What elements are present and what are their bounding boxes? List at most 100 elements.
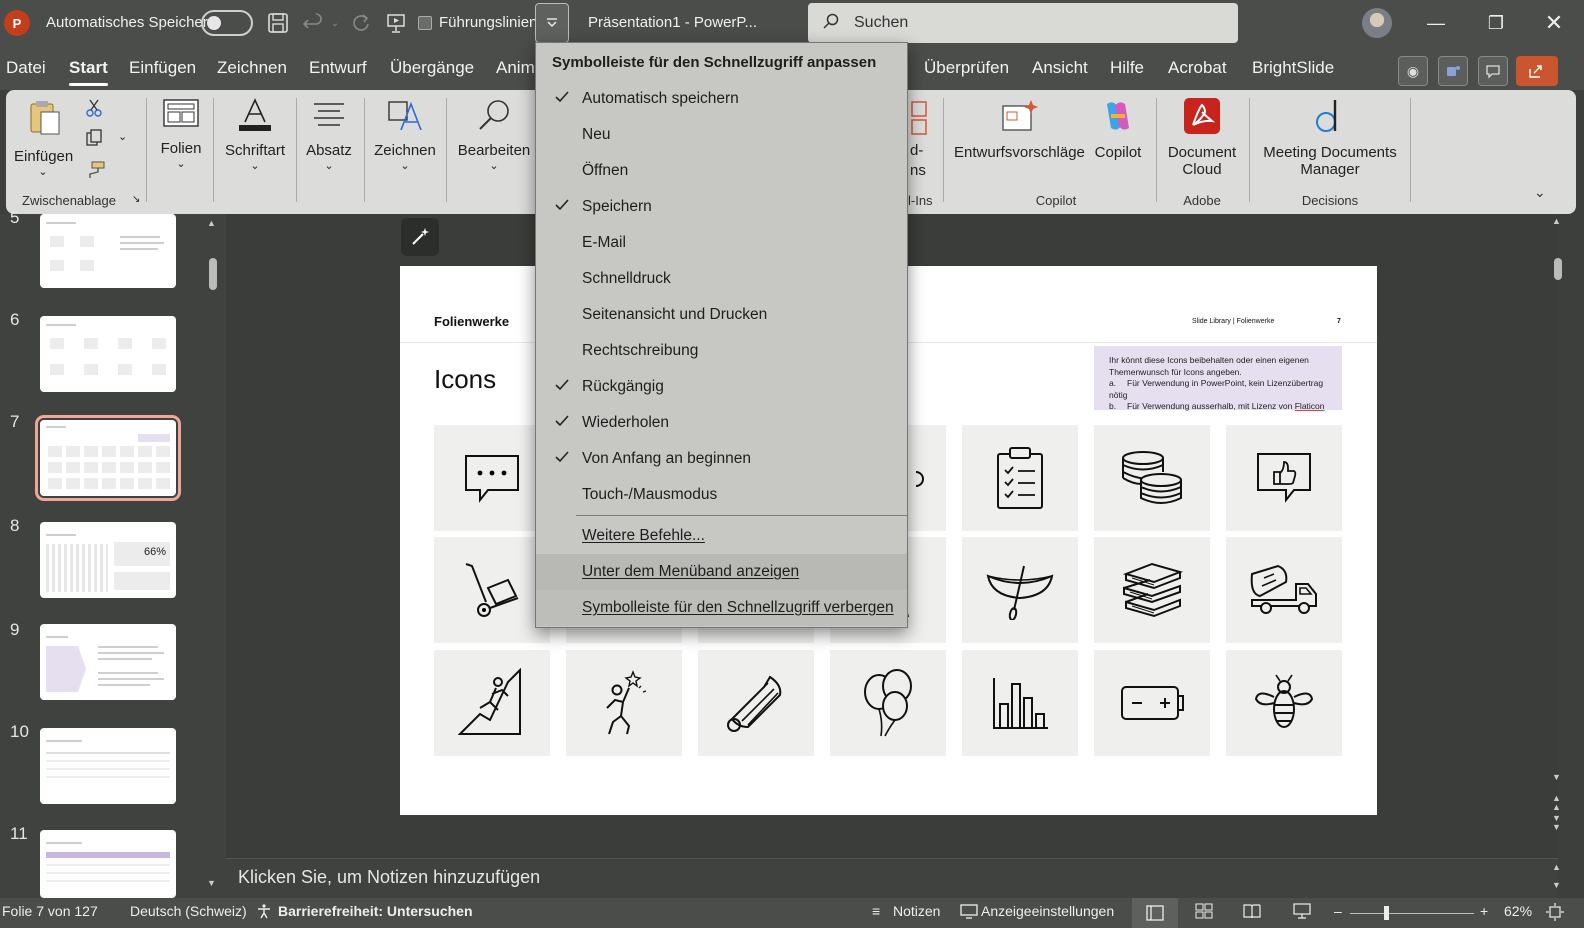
reading-view-icon[interactable] (1243, 903, 1261, 922)
slide-thumbnail-6[interactable] (40, 316, 176, 392)
cut-icon[interactable] (84, 98, 104, 121)
menu-item-autosave[interactable]: Automatisch speichern (536, 81, 907, 117)
slide-counter[interactable]: Folie 7 von 127 (2, 903, 98, 919)
paragraph-button[interactable]: Absatz ⌄ (302, 98, 356, 172)
redo-icon[interactable] (348, 10, 374, 36)
menu-item-start-from-beginning[interactable]: Von Anfang an beginnen (536, 441, 907, 477)
flaticon-link[interactable]: Flaticon (1295, 401, 1325, 411)
qat-customize-button[interactable] (535, 3, 569, 43)
editor-scrollbar[interactable] (1552, 214, 1558, 858)
menu-item-more-commands[interactable]: Weitere Befehle... (536, 518, 907, 554)
tab-acrobat[interactable]: Acrobat (1168, 58, 1227, 78)
minimize-button[interactable]: — (1406, 0, 1466, 46)
slideshow-icon[interactable] (1293, 903, 1311, 922)
display-settings-icon[interactable] (960, 903, 978, 922)
notes-pane[interactable]: Klicken Sie, um Notizen hinzuzufügen (226, 858, 1558, 898)
teams-button[interactable] (1438, 56, 1468, 86)
slides-button[interactable]: Folien ⌄ (156, 98, 206, 170)
tab-zeichnen[interactable]: Zeichnen (217, 58, 287, 78)
scroll-thumb[interactable] (209, 258, 217, 290)
document-cloud-button[interactable]: Document Cloud (1164, 98, 1240, 178)
clipboard-launcher-icon[interactable]: ↘ (132, 194, 140, 205)
restore-button[interactable]: ❐ (1466, 0, 1526, 46)
tab-entwurf[interactable]: Entwurf (309, 58, 367, 78)
menu-item-print-preview[interactable]: Seitenansicht und Drucken (536, 297, 907, 333)
slide-thumbnail-9[interactable] (40, 624, 176, 700)
menu-item-redo[interactable]: Wiederholen (536, 405, 907, 441)
tab-start[interactable]: Start (69, 58, 108, 86)
editor-scroll-thumb[interactable] (1554, 258, 1562, 280)
menu-item-new[interactable]: Neu (536, 117, 907, 153)
editor-scroll-up-icon[interactable]: ▲ (1552, 216, 1561, 226)
zoom-out-icon[interactable]: – (1334, 903, 1342, 919)
guides-checkbox[interactable] (418, 16, 432, 30)
meeting-documents-button[interactable]: Meeting Documents Manager (1258, 98, 1402, 178)
copy-icon[interactable] (84, 128, 104, 151)
search-box[interactable]: Suchen (808, 3, 1238, 43)
copy-dropdown-icon[interactable]: ⌄ (118, 130, 127, 143)
scroll-up-icon[interactable]: ▲ (207, 218, 216, 228)
menu-item-undo[interactable]: Rückgängig (536, 369, 907, 405)
tab-datei[interactable]: Datei (6, 58, 46, 78)
accessibility-status[interactable]: Barrierefreiheit: Untersuchen (278, 903, 473, 919)
notes-toggle-label[interactable]: Notizen (893, 903, 940, 919)
thumbnails-scrollbar[interactable]: ▲ ▼ (206, 214, 218, 898)
accessibility-icon[interactable] (256, 903, 272, 922)
notes-toggle-icon[interactable]: ≡ (872, 903, 880, 919)
zoom-level[interactable]: 62% (1504, 903, 1532, 919)
comments-button[interactable] (1478, 56, 1508, 86)
tab-einfuegen[interactable]: Einfügen (129, 58, 196, 78)
fit-to-window-icon[interactable] (1546, 903, 1564, 924)
display-settings-label[interactable]: Anzeigeeinstellungen (981, 903, 1114, 919)
notes-placeholder[interactable]: Klicken Sie, um Notizen hinzuzufügen (238, 867, 540, 888)
menu-item-hide-qat[interactable]: Symbolleiste für den Schnellzugriff verb… (536, 590, 907, 626)
menu-item-open[interactable]: Öffnen (536, 153, 907, 189)
menu-item-spelling[interactable]: Rechtschreibung (536, 333, 907, 369)
editing-button[interactable]: Bearbeiten ⌄ (454, 98, 534, 172)
collapse-ribbon-icon[interactable]: ⌄ (1534, 184, 1546, 201)
menu-item-touch-mode[interactable]: Touch-/Mausmodus (536, 477, 907, 513)
menu-item-show-below-ribbon[interactable]: Unter dem Menüband anzeigen (536, 554, 907, 590)
tab-ansicht[interactable]: Ansicht (1032, 58, 1088, 78)
slide-thumbnail-11[interactable] (40, 830, 176, 898)
tab-ueberpruefen[interactable]: Überprüfen (924, 58, 1009, 78)
editor-scroll-down-icon[interactable]: ▼ (1552, 772, 1561, 782)
designer-button[interactable] (401, 218, 439, 256)
tab-brightslide[interactable]: BrightSlide (1252, 58, 1334, 78)
scroll-down-icon[interactable]: ▼ (207, 878, 216, 888)
font-button[interactable]: Schriftart ⌄ (222, 98, 288, 172)
language-indicator[interactable]: Deutsch (Schweiz) (130, 903, 247, 919)
zoom-slider[interactable] (1350, 913, 1474, 914)
tab-uebergaenge[interactable]: Übergänge (390, 58, 474, 78)
previous-slide-icon[interactable]: ▲ ▲ (1552, 794, 1561, 812)
zoom-in-icon[interactable]: + (1480, 903, 1488, 919)
slide-sorter-icon[interactable] (1195, 903, 1213, 922)
format-painter-icon[interactable] (84, 160, 106, 183)
save-icon[interactable] (265, 10, 291, 36)
undo-dropdown-icon[interactable]: ⌄ (322, 10, 348, 36)
drawing-button[interactable]: Zeichnen ⌄ (370, 98, 440, 172)
slide-thumbnail-5[interactable] (40, 214, 176, 288)
user-avatar[interactable] (1362, 8, 1392, 38)
tab-hilfe[interactable]: Hilfe (1110, 58, 1144, 78)
notes-scroll-down-icon[interactable]: ▼ (1552, 880, 1561, 890)
normal-view-button[interactable] (1132, 898, 1178, 928)
slide-thumbnail-8[interactable]: 66% (40, 522, 176, 598)
share-button[interactable] (1516, 56, 1558, 86)
notes-scroll-up-icon[interactable]: ▲ (1552, 862, 1561, 872)
menu-item-save[interactable]: Speichern (536, 189, 907, 225)
close-button[interactable]: ✕ (1524, 0, 1584, 46)
slide-thumbnail-7[interactable] (35, 415, 181, 501)
addins-icon[interactable] (910, 98, 932, 141)
menu-item-email[interactable]: E-Mail (536, 225, 907, 261)
autosave-toggle[interactable] (201, 10, 253, 36)
menu-item-quick-print[interactable]: Schnelldruck (536, 261, 907, 297)
record-button[interactable]: ◉ (1398, 56, 1428, 86)
copilot-button[interactable]: Copilot (1090, 98, 1146, 161)
start-from-beginning-icon[interactable] (383, 10, 409, 36)
paste-button[interactable]: Einfügen ⌄ (14, 98, 73, 178)
zoom-slider-handle[interactable] (1384, 906, 1389, 920)
design-ideas-button[interactable]: Entwurfsvorschläge (954, 98, 1085, 161)
slide-thumbnail-10[interactable] (40, 728, 176, 804)
tab-animationen[interactable]: Anim (496, 58, 535, 78)
